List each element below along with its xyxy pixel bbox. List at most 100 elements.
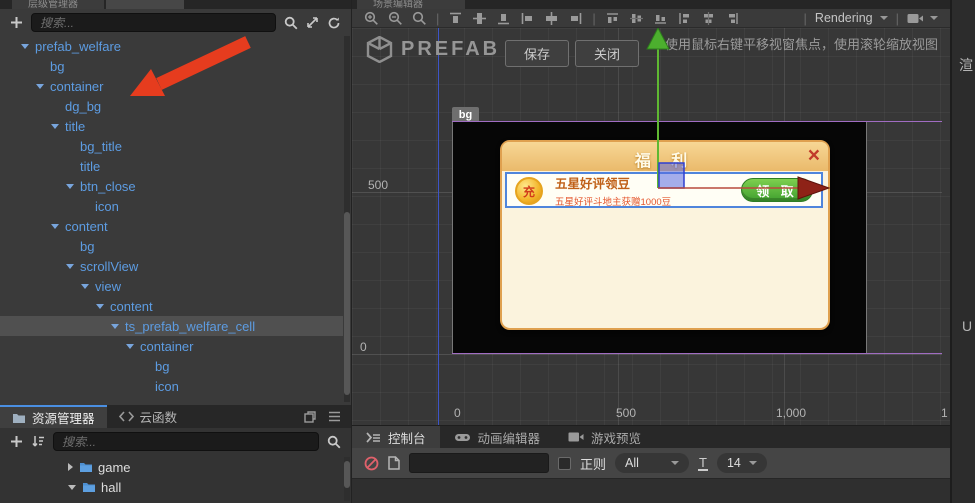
collapsed-caret-icon[interactable] — [68, 463, 73, 471]
camera-dropdown[interactable] — [907, 13, 938, 24]
align-bottom-icon[interactable] — [496, 11, 511, 26]
panel-menu-icon[interactable] — [328, 411, 341, 422]
search-icon[interactable] — [284, 16, 298, 30]
tree-item-bg[interactable]: bg — [0, 356, 343, 376]
tab-cloud-functions[interactable]: 云函数 — [107, 405, 190, 428]
chevron-down-icon — [879, 16, 888, 20]
align-center-icon[interactable] — [544, 11, 559, 26]
tree-item-icon[interactable]: icon — [0, 196, 343, 216]
sort-icon[interactable] — [31, 435, 45, 448]
locate-node-icon[interactable] — [306, 16, 319, 29]
log-file-icon[interactable] — [388, 456, 400, 470]
chevron-down-icon — [671, 461, 680, 465]
ruler-bottom-500: 500 — [616, 406, 637, 420]
scene-toolbar: | | | Rendering | — [352, 9, 950, 28]
distribute-bottom-icon[interactable] — [653, 11, 668, 26]
expand-caret-icon[interactable] — [96, 303, 104, 309]
chevron-down-icon — [748, 461, 757, 465]
tree-item-ts_prefab_welfare_cell[interactable]: ts_prefab_welfare_cell — [0, 316, 343, 336]
tree-item-bg_title[interactable]: bg_title — [0, 136, 343, 156]
expand-caret-icon[interactable] — [111, 323, 119, 329]
welfare-cell[interactable]: 充 五星好评领豆 五星好评斗地主获赠1000豆 领 取 — [505, 172, 823, 208]
asset-item-game[interactable]: game — [0, 457, 343, 477]
prefab-logo-text: PREFAB — [401, 38, 501, 60]
tab-console[interactable]: 控制台 — [352, 426, 440, 448]
tree-item-dg_bg[interactable]: dg_bg — [0, 96, 343, 116]
assets-search-input[interactable] — [53, 432, 319, 451]
dialog-close-icon[interactable]: × — [808, 143, 820, 169]
tree-item-container[interactable]: container — [0, 336, 343, 356]
distribute-left-icon[interactable] — [677, 11, 692, 26]
align-middle-icon[interactable] — [472, 11, 487, 26]
tree-item-scrollView[interactable]: scrollView — [0, 256, 343, 276]
cloud-function-icon — [118, 411, 134, 422]
tree-item-btn_close[interactable]: btn_close — [0, 176, 343, 196]
zoom-out-icon[interactable] — [388, 11, 403, 26]
distribute-hcenter-icon[interactable] — [701, 11, 716, 26]
assets-search-icon[interactable] — [327, 435, 341, 449]
add-node-icon[interactable] — [10, 16, 23, 29]
hierarchy-scrollbar[interactable] — [344, 36, 350, 402]
claim-button[interactable]: 领 取 — [741, 178, 813, 202]
expand-caret-icon[interactable] — [51, 223, 59, 229]
hierarchy-tab[interactable]: 层级管理器 — [12, 0, 104, 9]
tree-item-content[interactable]: content — [0, 216, 343, 236]
align-left-icon[interactable] — [520, 11, 535, 26]
expand-caret-icon[interactable] — [51, 123, 59, 129]
tree-item-bg[interactable]: bg — [0, 56, 343, 76]
hierarchy-tab-extra[interactable] — [106, 0, 184, 9]
close-button[interactable]: 关闭 — [575, 40, 639, 67]
tree-item-view[interactable]: view — [0, 276, 343, 296]
tab-animation-editor[interactable]: 动画编辑器 — [440, 426, 555, 448]
inspector-fragment-top: 渲 — [959, 57, 973, 73]
expand-caret-icon[interactable] — [126, 343, 134, 349]
prefab-cube-icon — [366, 36, 393, 63]
distribute-vcenter-icon[interactable] — [629, 11, 644, 26]
tree-item-prefab_welfare[interactable]: prefab_welfare — [0, 36, 343, 56]
asset-item-hall[interactable]: hall — [0, 477, 343, 497]
scene-panel: 场景编辑器 | | | Rendering | PREFAB 保存 关闭 使用鼠… — [352, 0, 950, 425]
zoom-reset-icon[interactable] — [412, 11, 427, 26]
tab-game-preview[interactable]: 游戏预览 — [554, 426, 655, 448]
scene-canvas[interactable]: PREFAB 保存 关闭 使用鼠标右键平移视窗焦点，使用滚轮缩放视图 500 0… — [352, 28, 950, 425]
bg-node-tag[interactable]: bg — [452, 107, 479, 122]
save-button[interactable]: 保存 — [505, 40, 569, 67]
zoom-in-icon[interactable] — [364, 11, 379, 26]
float-panel-icon[interactable] — [304, 410, 316, 423]
align-right-icon[interactable] — [568, 11, 583, 26]
expand-caret-icon[interactable] — [68, 484, 76, 490]
tree-item-bg[interactable]: bg — [0, 236, 343, 256]
distribute-right-icon[interactable] — [725, 11, 740, 26]
distribute-top-icon[interactable] — [605, 11, 620, 26]
log-level-dropdown[interactable]: All — [615, 453, 690, 473]
console-filter-input[interactable] — [409, 453, 549, 473]
refresh-icon[interactable] — [327, 16, 341, 30]
tree-item-container[interactable]: container — [0, 76, 343, 96]
expand-caret-icon[interactable] — [36, 83, 44, 89]
tab-assets-manager[interactable]: 资源管理器 — [0, 405, 107, 428]
hierarchy-search-input[interactable] — [31, 13, 276, 32]
toolbar-separator: | — [803, 10, 807, 26]
editor-window: 层级管理器 prefab_welfarebg container dg_bgtitl… — [0, 0, 975, 503]
tree-item-content[interactable]: content — [0, 296, 343, 316]
font-size-dropdown[interactable]: 14 — [716, 453, 767, 473]
expand-caret-icon[interactable] — [21, 43, 29, 49]
expand-caret-icon[interactable] — [66, 263, 74, 269]
tree-item-title[interactable]: title — [0, 156, 343, 176]
rendering-dropdown[interactable]: Rendering — [815, 11, 888, 25]
expand-caret-icon[interactable] — [66, 183, 74, 189]
tree-item-label: bg_title — [80, 138, 122, 154]
add-asset-icon[interactable] — [10, 435, 23, 448]
hierarchy-tree: prefab_welfare bg container dg_bg title bg_ti… — [0, 36, 343, 405]
assets-scrollbar[interactable] — [344, 457, 350, 501]
tab-preview-label: 游戏预览 — [591, 431, 642, 446]
scene-tab[interactable]: 场景编辑器 — [357, 0, 465, 9]
tree-item-icon[interactable]: icon — [0, 376, 343, 396]
align-top-icon[interactable] — [448, 11, 463, 26]
expand-caret-icon[interactable] — [81, 283, 89, 289]
tree-item-title[interactable]: title — [0, 116, 343, 136]
ruler-bottom-1000: 1,000 — [776, 406, 807, 420]
tab-console-label: 控制台 — [388, 431, 426, 446]
clear-console-icon[interactable] — [364, 456, 379, 471]
regex-checkbox[interactable] — [558, 456, 571, 470]
